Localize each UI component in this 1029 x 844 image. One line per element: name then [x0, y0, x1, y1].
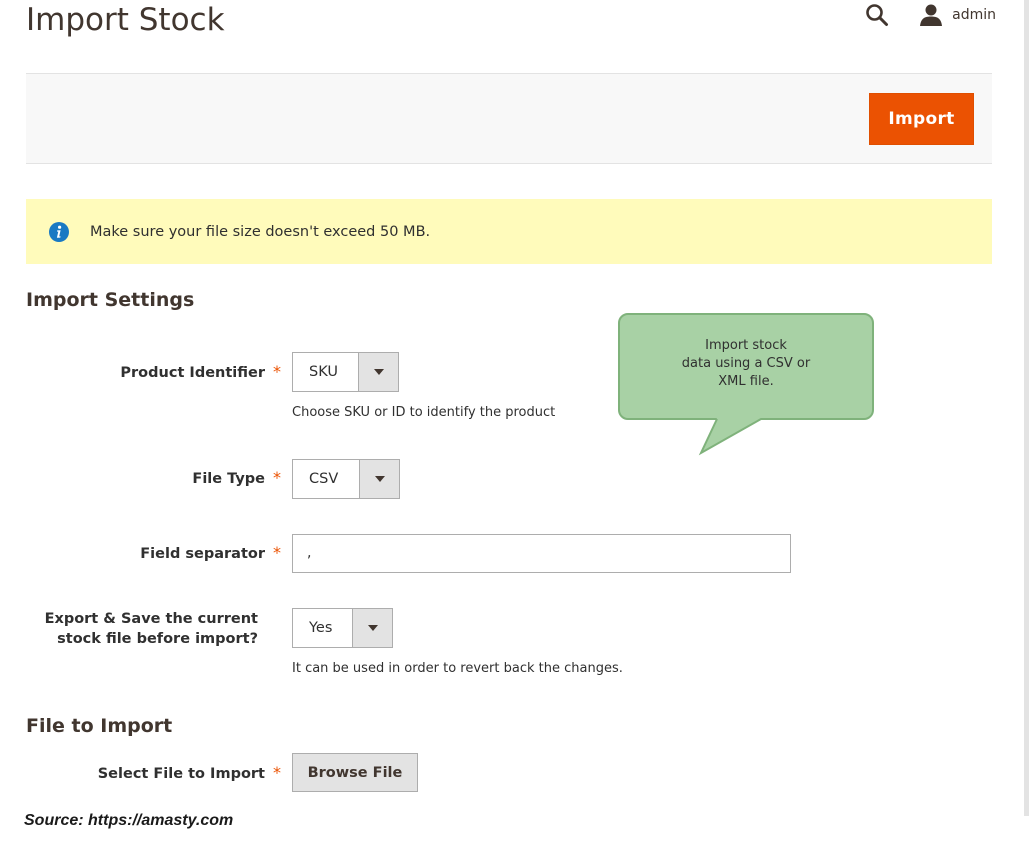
- user-icon[interactable]: [918, 2, 944, 28]
- file-type-label-text: File Type: [192, 471, 265, 487]
- file-size-notice: Make sure your file size doesn't exceed …: [26, 199, 992, 264]
- export-save-label-line2: stock file before import?: [57, 631, 258, 647]
- export-save-label: Export & Save the current stock file bef…: [45, 609, 258, 649]
- tooltip-text: Import stock data using a CSV or XML fil…: [620, 337, 872, 391]
- file-type-select[interactable]: CSV: [292, 459, 400, 499]
- product-identifier-select[interactable]: SKU: [292, 352, 399, 392]
- info-icon: [49, 221, 69, 242]
- tooltip-tail: [698, 418, 762, 456]
- scrollbar-edge: [1024, 0, 1029, 816]
- product-identifier-label-text: Product Identifier: [120, 365, 265, 381]
- source-caption: Source: https://amasty.com: [24, 812, 234, 829]
- notice-text: Make sure your file size doesn't exceed …: [90, 223, 431, 240]
- required-marker: *: [273, 763, 281, 782]
- export-save-select[interactable]: Yes: [292, 608, 393, 648]
- page-title: Import Stock: [26, 2, 225, 38]
- export-save-note: It can be used in order to revert back t…: [292, 661, 623, 676]
- field-separator-label: Field separator *: [140, 543, 281, 562]
- header-actions: admin: [864, 2, 996, 28]
- export-save-value: Yes: [309, 620, 333, 636]
- file-type-label: File Type *: [192, 468, 281, 487]
- page-actions-bar: Import: [26, 73, 992, 164]
- chevron-down-icon: [358, 353, 398, 391]
- file-to-import-title: File to Import: [26, 715, 173, 737]
- tooltip-line: Import stock: [705, 338, 787, 353]
- tooltip-line: data using a CSV or: [681, 356, 811, 371]
- product-identifier-note: Choose SKU or ID to identify the product: [292, 405, 556, 420]
- product-identifier-value: SKU: [309, 364, 338, 380]
- required-marker: *: [273, 468, 281, 487]
- product-identifier-label: Product Identifier *: [120, 362, 281, 381]
- field-separator-label-text: Field separator: [140, 546, 265, 562]
- tooltip-line: XML file.: [718, 374, 774, 389]
- browse-file-button[interactable]: Browse File: [292, 753, 418, 792]
- select-file-label: Select File to Import *: [98, 763, 281, 782]
- tooltip-callout: Import stock data using a CSV or XML fil…: [618, 313, 874, 420]
- select-file-label-text: Select File to Import: [97, 766, 265, 782]
- file-type-value: CSV: [309, 471, 339, 487]
- import-button[interactable]: Import: [869, 93, 974, 145]
- import-settings-title: Import Settings: [26, 289, 195, 311]
- chevron-down-icon: [352, 609, 392, 647]
- required-marker: *: [273, 362, 281, 381]
- chevron-down-icon: [359, 460, 399, 498]
- search-icon[interactable]: [864, 2, 890, 28]
- user-name[interactable]: admin: [952, 7, 996, 23]
- required-marker: *: [273, 543, 281, 562]
- field-separator-input[interactable]: ,: [292, 534, 791, 573]
- export-save-label-line1: Export & Save the current: [44, 611, 258, 627]
